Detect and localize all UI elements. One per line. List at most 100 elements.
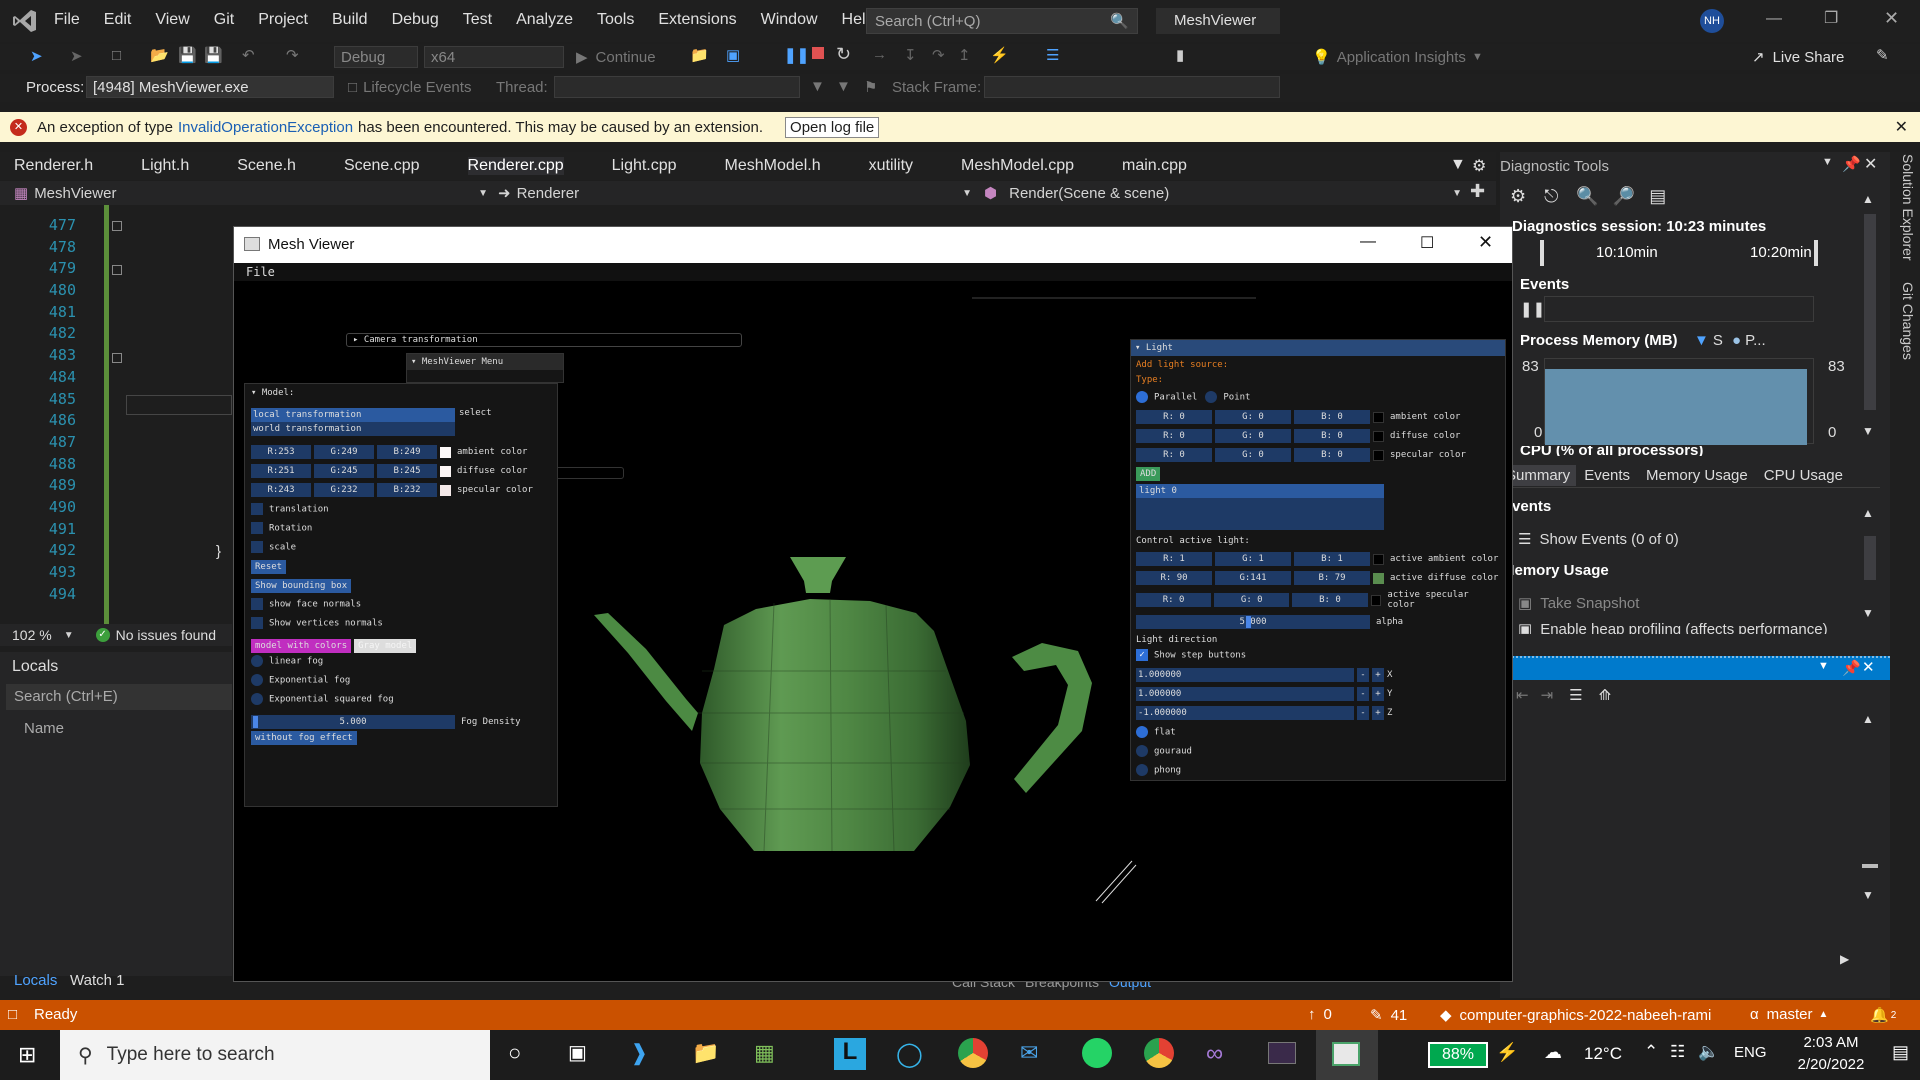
- tab-renderer-cpp[interactable]: Renderer.cpp: [467, 157, 564, 175]
- redo-icon[interactable]: ↷: [286, 46, 299, 64]
- notifications[interactable]: 🔔 2: [1870, 1006, 1896, 1024]
- zoom-out-icon[interactable]: 🔎: [1613, 186, 1635, 207]
- chevron-down-icon[interactable]: ▼: [64, 630, 74, 641]
- new-item-icon[interactable]: □: [112, 47, 121, 64]
- parallel-radio[interactable]: Parallel: [1136, 391, 1197, 403]
- active-diffuse-r[interactable]: R: 90: [1136, 571, 1212, 585]
- search-input[interactable]: Search (Ctrl+Q) 🔍: [866, 8, 1138, 34]
- light-specular-g[interactable]: G: 0: [1215, 448, 1291, 462]
- visual-studio-taskbar-icon[interactable]: ∞: [1206, 1040, 1223, 1068]
- scroll-up-icon[interactable]: ▲: [1862, 192, 1874, 206]
- battery-indicator[interactable]: 88%: [1428, 1042, 1488, 1068]
- step-over-icon[interactable]: ↷: [932, 46, 945, 64]
- thread-select[interactable]: [554, 76, 800, 98]
- gray-model-button[interactable]: Gray model: [354, 638, 417, 653]
- minimize-icon[interactable]: —: [1766, 10, 1782, 28]
- diffuse-r-field[interactable]: R:251: [251, 464, 311, 478]
- step-out-icon[interactable]: ↥: [958, 46, 971, 64]
- menu-file[interactable]: File: [54, 11, 80, 29]
- live-share-button[interactable]: ↗ Live Share: [1752, 48, 1844, 67]
- paint-icon[interactable]: ▦: [754, 1040, 775, 1066]
- tab-events[interactable]: Events: [1578, 465, 1636, 486]
- light-ambient-r[interactable]: R: 0: [1136, 410, 1212, 424]
- filter-threads-icon[interactable]: ▼: [836, 78, 851, 95]
- model-with-colors-button[interactable]: model with colors: [251, 638, 352, 653]
- undo-icon[interactable]: ↶: [242, 46, 255, 64]
- increment-button[interactable]: +: [1372, 668, 1384, 682]
- close-icon[interactable]: ✕: [1884, 8, 1899, 29]
- active-ambient-swatch[interactable]: [1373, 553, 1384, 565]
- mesh-menu-file[interactable]: File: [246, 265, 275, 279]
- scroll-up-icon[interactable]: ▲: [1862, 506, 1874, 520]
- active-diffuse-swatch[interactable]: [1373, 572, 1384, 584]
- heap-profiling-link[interactable]: ▣ Enable heap profiling (affects perform…: [1518, 622, 1858, 634]
- branch-name[interactable]: α master ▲: [1750, 1006, 1828, 1023]
- gouraud-shading-radio[interactable]: gouraud: [1136, 745, 1500, 764]
- collapse-icon[interactable]: [112, 353, 122, 363]
- scroll-down-icon[interactable]: ▼: [1862, 606, 1874, 620]
- network-icon[interactable]: ☷: [1670, 1042, 1685, 1062]
- increment-button[interactable]: +: [1372, 687, 1384, 701]
- step-into-icon[interactable]: ↧: [904, 46, 917, 64]
- menu-build[interactable]: Build: [332, 11, 368, 29]
- ambient-swatch[interactable]: [440, 446, 451, 458]
- stack-frame-select[interactable]: [984, 76, 1280, 98]
- light-specular-b[interactable]: B: 0: [1294, 448, 1370, 462]
- decrement-button[interactable]: -: [1357, 668, 1369, 682]
- point-radio[interactable]: Point: [1205, 391, 1250, 403]
- close-icon[interactable]: ✕: [1478, 232, 1493, 253]
- show-step-buttons-checkbox[interactable]: ✓ Show step buttons: [1136, 649, 1500, 665]
- save-icon[interactable]: 💾: [178, 46, 197, 64]
- tab-xutility[interactable]: xutility: [869, 157, 913, 175]
- member-dropdown[interactable]: ⬢ Render(Scene & scene) ▼: [984, 184, 1462, 203]
- comment-icon[interactable]: ☰: [1046, 46, 1059, 64]
- scale-checkbox[interactable]: scale: [251, 541, 551, 560]
- pin-icon[interactable]: 📌: [1842, 155, 1861, 173]
- direction-x-input[interactable]: 1.000000: [1136, 668, 1354, 682]
- active-ambient-b[interactable]: B: 1: [1294, 552, 1370, 566]
- restore-icon[interactable]: ❐: [1824, 8, 1838, 28]
- scroll-down-icon[interactable]: ▼: [1862, 424, 1874, 438]
- mail-icon[interactable]: ✉: [1020, 1040, 1038, 1066]
- ambient-b-field[interactable]: B:249: [377, 445, 437, 459]
- decrement-button[interactable]: -: [1357, 706, 1369, 720]
- pause-icon[interactable]: ❚❚: [784, 46, 809, 64]
- hot-reload-icon[interactable]: ⚡: [990, 46, 1009, 64]
- specular-r-field[interactable]: R:243: [251, 483, 311, 497]
- continue-button[interactable]: ▶ Continue: [576, 48, 656, 67]
- tool-icon[interactable]: ⇤: [1516, 686, 1529, 704]
- menu-analyze[interactable]: Analyze: [516, 11, 573, 29]
- input-language[interactable]: ENG: [1734, 1044, 1767, 1061]
- process-select[interactable]: [4948] MeshViewer.exe: [86, 76, 334, 98]
- active-specular-g[interactable]: G: 0: [1214, 593, 1290, 607]
- light-diffuse-g[interactable]: G: 0: [1215, 429, 1291, 443]
- camera-transformation-header[interactable]: ▸ Camera transformation: [346, 333, 742, 347]
- light-header[interactable]: ▾ Light: [1131, 340, 1505, 356]
- tab-light-cpp[interactable]: Light.cpp: [612, 157, 677, 175]
- light-ambient-g[interactable]: G: 0: [1215, 410, 1291, 424]
- menu-git[interactable]: Git: [214, 11, 234, 29]
- active-ambient-g[interactable]: G: 1: [1215, 552, 1291, 566]
- light-list[interactable]: light 0: [1136, 484, 1384, 530]
- code-editor[interactable]: 477 478 479 480 481 482 483 484 485 486 …: [0, 205, 232, 625]
- mesh-viewer-taskbar-button[interactable]: [1316, 1030, 1378, 1080]
- tab-meshmodel-cpp[interactable]: MeshModel.cpp: [961, 157, 1074, 175]
- menu-extensions[interactable]: Extensions: [658, 11, 736, 29]
- folder-icon[interactable]: 📁: [690, 46, 709, 64]
- diffuse-g-field[interactable]: G:245: [314, 464, 374, 478]
- volume-icon[interactable]: 🔈: [1698, 1042, 1719, 1062]
- exponential-fog-radio[interactable]: Exponential fog: [251, 674, 551, 693]
- project-dropdown[interactable]: ▦ MeshViewer ▼: [14, 184, 488, 203]
- specular-b-field[interactable]: B:232: [377, 483, 437, 497]
- active-diffuse-g[interactable]: G:141: [1215, 571, 1291, 585]
- light-diffuse-r[interactable]: R: 0: [1136, 429, 1212, 443]
- open-folder-icon[interactable]: 📂: [150, 46, 169, 64]
- edge-icon[interactable]: ◯: [896, 1040, 923, 1069]
- take-snapshot-button[interactable]: ▣ Take Snapshot: [1518, 594, 1639, 613]
- stop-icon[interactable]: [812, 47, 824, 59]
- light-specular-r[interactable]: R: 0: [1136, 448, 1212, 462]
- dismiss-icon[interactable]: ✕: [1895, 117, 1908, 137]
- meshviewer-menu-header[interactable]: ▾ MeshViewer Menu: [407, 354, 563, 370]
- menu-project[interactable]: Project: [258, 11, 308, 29]
- direction-y-input[interactable]: 1.000000: [1136, 687, 1354, 701]
